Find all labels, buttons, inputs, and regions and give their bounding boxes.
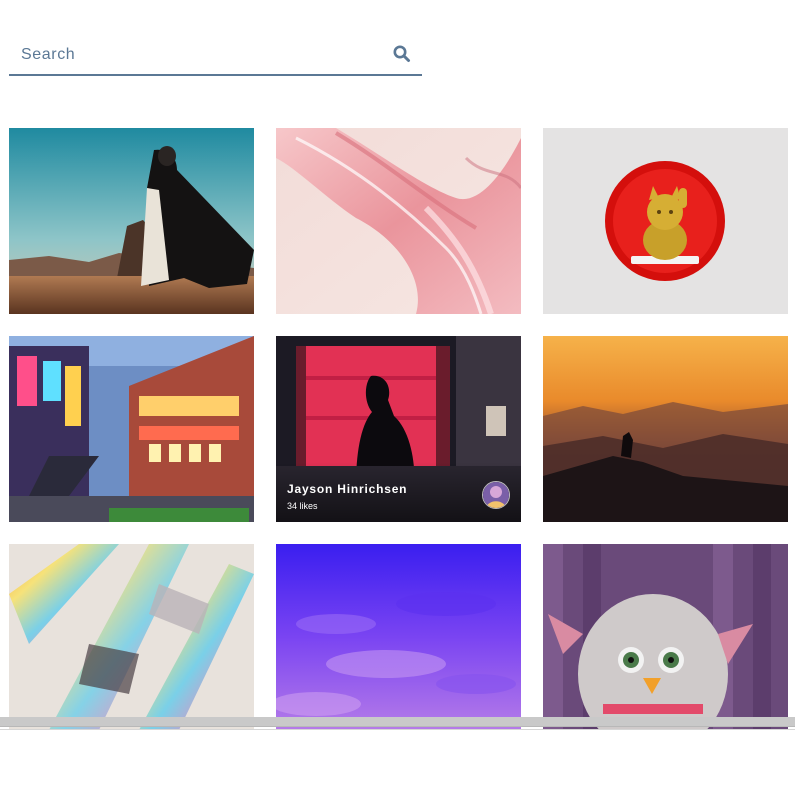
photo-likes-count: 34 likes bbox=[287, 501, 318, 511]
photo-author-name[interactable]: Jayson Hinrichsen bbox=[287, 482, 407, 496]
search-input[interactable] bbox=[9, 38, 391, 72]
photo-tile[interactable] bbox=[543, 336, 788, 522]
photo-tile[interactable] bbox=[543, 544, 788, 730]
photo-image bbox=[543, 544, 788, 730]
photo-tile[interactable] bbox=[9, 128, 254, 314]
horizontal-scrollbar[interactable] bbox=[0, 717, 795, 727]
photo-tile[interactable] bbox=[9, 336, 254, 522]
photo-tile[interactable] bbox=[543, 128, 788, 314]
divider bbox=[0, 729, 795, 730]
photo-tile[interactable] bbox=[276, 544, 521, 730]
photo-tile[interactable] bbox=[9, 544, 254, 730]
photo-tile[interactable]: Jayson Hinrichsen 34 likes bbox=[276, 336, 521, 522]
photo-image bbox=[276, 128, 521, 314]
photo-image bbox=[276, 544, 521, 730]
search-bar bbox=[9, 38, 422, 76]
photo-image bbox=[543, 336, 788, 522]
photo-tile[interactable] bbox=[276, 128, 521, 314]
author-avatar[interactable] bbox=[482, 481, 510, 509]
photo-image bbox=[543, 128, 788, 314]
search-icon[interactable] bbox=[392, 44, 412, 64]
photo-image bbox=[9, 336, 254, 522]
photo-image bbox=[9, 544, 254, 730]
photo-image bbox=[9, 128, 254, 314]
